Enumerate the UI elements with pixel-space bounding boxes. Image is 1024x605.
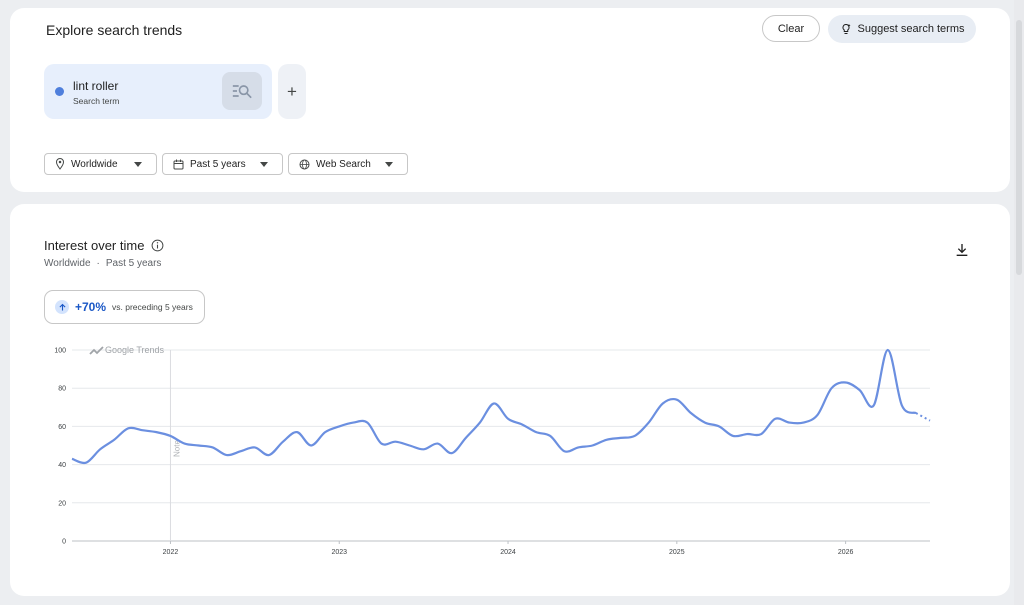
x-tick-label: 2024 xyxy=(500,549,516,556)
clear-button[interactable]: Clear xyxy=(762,15,820,42)
add-term-button[interactable]: + xyxy=(278,64,306,119)
location-pin-icon xyxy=(55,158,65,170)
term-color-dot xyxy=(55,87,64,96)
page-title: Explore search trends xyxy=(46,22,183,38)
sparkle-bulb-icon xyxy=(840,23,852,35)
property-filter-dropdown[interactable]: Web Search xyxy=(288,153,408,175)
time-filter-dropdown[interactable]: Past 5 years xyxy=(162,153,283,175)
suggest-label: Suggest search terms xyxy=(857,23,965,35)
property-filter-label: Web Search xyxy=(316,158,371,170)
y-tick-label: 100 xyxy=(54,348,66,355)
suggest-search-terms-button[interactable]: Suggest search terms xyxy=(828,15,976,43)
x-tick-label: 2023 xyxy=(331,549,347,556)
calendar-icon xyxy=(173,159,184,170)
term-type-label: Search term xyxy=(73,96,120,106)
page-scrollbar[interactable] xyxy=(1014,0,1024,605)
chart-watermark: Google Trends xyxy=(105,345,165,355)
interest-over-time-card: Interest over time Worldwide · Past 5 ye… xyxy=(10,204,1010,596)
search-list-icon[interactable] xyxy=(222,72,262,110)
y-tick-label: 20 xyxy=(58,500,66,507)
series-partial-line xyxy=(915,412,931,422)
x-tick-label: 2022 xyxy=(163,549,179,556)
chevron-down-icon xyxy=(260,161,268,167)
y-tick-label: 60 xyxy=(58,424,66,431)
term-name[interactable]: lint roller xyxy=(73,79,118,93)
time-filter-label: Past 5 years xyxy=(190,158,246,170)
interest-chart[interactable]: 0204060801002022 2023 2024 2025 2026NoteGoog… xyxy=(10,204,1010,596)
x-tick-label: 2026 xyxy=(838,549,854,556)
globe-icon xyxy=(299,159,310,170)
search-term-chip[interactable]: lint roller Search term xyxy=(44,64,272,119)
y-tick-label: 80 xyxy=(58,386,66,393)
explore-card: Explore search trends Clear Suggest sear… xyxy=(10,8,1010,192)
scrollbar-thumb[interactable] xyxy=(1016,20,1022,275)
series-line xyxy=(71,348,917,465)
y-tick-label: 40 xyxy=(58,462,66,469)
x-tick-label: 2025 xyxy=(669,549,685,556)
chevron-down-icon xyxy=(385,161,393,167)
chevron-down-icon xyxy=(134,161,142,167)
geo-filter-label: Worldwide xyxy=(71,158,118,170)
y-tick-label: 0 xyxy=(62,539,66,546)
geo-filter-dropdown[interactable]: Worldwide xyxy=(44,153,157,175)
